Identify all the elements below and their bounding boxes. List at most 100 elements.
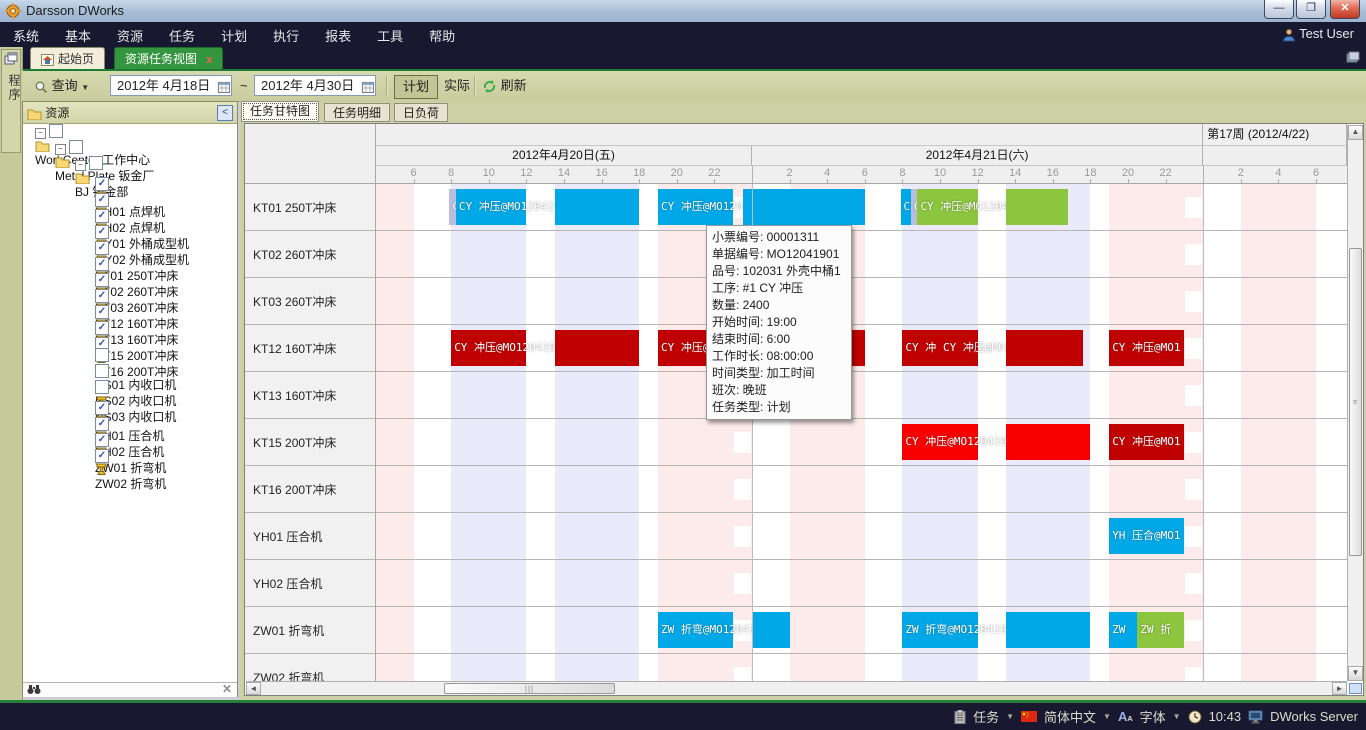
refresh-button[interactable]: 刷新: [482, 75, 527, 97]
menu-item[interactable]: 任务: [156, 22, 208, 49]
tree-item[interactable]: ✓KT01 250T冲床: [23, 236, 237, 252]
query-button[interactable]: 查询 ▼: [34, 75, 89, 97]
tree-expand-icon[interactable]: −: [75, 160, 86, 171]
tree-checkbox[interactable]: [95, 380, 109, 394]
tree-item[interactable]: ✓ZW01 折弯机: [23, 428, 237, 444]
scroll-left-icon[interactable]: ◄: [246, 682, 261, 695]
tree-item[interactable]: ✓KT13 160T冲床: [23, 300, 237, 316]
status-font-label[interactable]: 字体: [1140, 707, 1166, 726]
gantt-task-bar[interactable]: CY 冲压@MO12041904: [940, 330, 978, 366]
tree-item[interactable]: −WorkCenter 工作中心: [23, 124, 237, 140]
tree-item[interactable]: ✓KT03 260T冲床: [23, 268, 237, 284]
tree-checkbox[interactable]: ✓: [95, 449, 109, 463]
tree-item[interactable]: ✓GY01 外桶成型机: [23, 204, 237, 220]
gantt-task-bar[interactable]: [1006, 330, 1083, 366]
date-from-field[interactable]: 2012年 4月18日 ▼: [110, 75, 232, 96]
gantt-task-bar[interactable]: ZW: [1109, 612, 1137, 648]
gantt-task-bar[interactable]: ZW 折弯@MO12041901: [902, 612, 977, 648]
gantt-task-bar[interactable]: [743, 189, 865, 225]
scroll-down-icon[interactable]: ▼: [1348, 666, 1363, 681]
restore-button[interactable]: ❐: [1296, 0, 1326, 19]
fit-view-icon[interactable]: [1349, 683, 1362, 694]
tab-close-icon[interactable]: x: [206, 54, 212, 66]
tab-home-page[interactable]: 起始页: [30, 47, 105, 69]
tab-resource-task-view[interactable]: 资源任务视图 x: [114, 47, 223, 69]
tree-item[interactable]: ✓KT02 260T冲床: [23, 252, 237, 268]
gantt-task-bar[interactable]: CY 冲压@MO1: [1109, 424, 1184, 460]
tree-item[interactable]: ✓YH02 压合机: [23, 412, 237, 428]
gantt-task-bar[interactable]: CY 冲压@MO12041902: [917, 189, 977, 225]
clear-filter-close-icon[interactable]: ✕: [222, 682, 232, 696]
tasks-dropdown-icon[interactable]: ▼: [1006, 712, 1014, 721]
gantt-task-bar[interactable]: CY 冲压@MO12041901: [456, 189, 527, 225]
panel-collapse-button[interactable]: <: [217, 105, 233, 121]
gantt-task-bar[interactable]: CY 冲压@MO12041903: [902, 424, 977, 460]
tree-item[interactable]: NS02 内收口机: [23, 364, 237, 380]
tree-checkbox[interactable]: [49, 124, 63, 138]
program-panel-tab[interactable]: 程序: [1, 49, 21, 153]
tree-item[interactable]: ✓YH01 压合机: [23, 396, 237, 412]
scroll-up-icon[interactable]: ▲: [1348, 125, 1363, 140]
scroll-right-icon[interactable]: ►: [1332, 682, 1347, 695]
gantt-task-bar[interactable]: CY 冲压@MO12041904: [451, 330, 526, 366]
tree-item[interactable]: ✓KT12 160T冲床: [23, 284, 237, 300]
gantt-task-bar[interactable]: CY 冲: [902, 330, 940, 366]
menu-item[interactable]: 执行: [260, 22, 312, 49]
tree-expand-icon[interactable]: −: [55, 144, 66, 155]
menu-item[interactable]: 系统: [0, 22, 52, 49]
menu-item[interactable]: 资源: [104, 22, 156, 49]
gantt-task-bar[interactable]: [1006, 189, 1068, 225]
gantt-task-bar[interactable]: ZW 折弯@MO12041901: [658, 612, 733, 648]
tab-list-icon[interactable]: [1346, 51, 1360, 63]
tree-item[interactable]: ✓ZW02 折弯机: [23, 444, 237, 460]
tree-item[interactable]: ✓KT15 200T冲床: [23, 316, 237, 332]
tree-item[interactable]: ✓GY02 外桶成型机: [23, 220, 237, 236]
gantt-task-bar[interactable]: C: [901, 189, 911, 225]
tree-checkbox[interactable]: [95, 364, 109, 378]
calendar-icon[interactable]: [218, 81, 230, 93]
gantt-tab-task-detail[interactable]: 任务明细: [324, 103, 390, 122]
tree-item[interactable]: NS03 内收口机: [23, 380, 237, 396]
tree-item[interactable]: −BJ 钣金部: [23, 156, 237, 172]
menu-item[interactable]: 计划: [208, 22, 260, 49]
gantt-task-bar[interactable]: CY 冲压@MO1: [1109, 330, 1184, 366]
language-dropdown-icon[interactable]: ▼: [1103, 712, 1111, 721]
font-dropdown-icon[interactable]: ▼: [1173, 712, 1181, 721]
tree-checkbox[interactable]: [89, 156, 103, 170]
query-dropdown-icon[interactable]: ▼: [81, 83, 89, 92]
status-tasks-label[interactable]: 任务: [973, 707, 999, 726]
menu-item[interactable]: 基本: [52, 22, 104, 49]
gantt-task-bar[interactable]: CY 冲压@MO12041901: [658, 189, 733, 225]
close-button[interactable]: ✕: [1330, 0, 1360, 19]
calendar-icon[interactable]: [362, 81, 374, 93]
gantt-task-bar[interactable]: [555, 330, 640, 366]
gantt-task-bar[interactable]: C: [911, 189, 918, 225]
status-language-label[interactable]: 简体中文: [1044, 707, 1096, 726]
plan-toggle-button[interactable]: 计划: [394, 75, 438, 99]
menu-item[interactable]: 工具: [364, 22, 416, 49]
gantt-task-bar[interactable]: [752, 612, 790, 648]
tree-item[interactable]: −Metal Plate 钣金厂: [23, 140, 237, 156]
tree-item[interactable]: ✓KT16 200T冲床: [23, 332, 237, 348]
menu-item[interactable]: 帮助: [416, 22, 468, 49]
binoculars-search-icon[interactable]: [27, 684, 41, 695]
gantt-task-bar[interactable]: ZW 折: [1137, 612, 1184, 648]
vertical-scrollbar[interactable]: ▲ ▼ ≡: [1347, 125, 1363, 681]
minimize-button[interactable]: —: [1264, 0, 1294, 19]
horizontal-scroll-thumb[interactable]: |||: [444, 683, 615, 694]
tree-expand-icon[interactable]: −: [35, 128, 46, 139]
date-to-field[interactable]: 2012年 4月30日 ▼: [254, 75, 376, 96]
gantt-task-bar[interactable]: [555, 189, 640, 225]
menu-item[interactable]: 报表: [312, 22, 364, 49]
gantt-tab-gantt-chart[interactable]: 任务甘特图: [241, 101, 319, 122]
gantt-task-bar[interactable]: YH 压合@MO1: [1109, 518, 1184, 554]
tree-item[interactable]: ✓DH01 点焊机: [23, 172, 237, 188]
gantt-tab-daily-load[interactable]: 日负荷: [394, 103, 448, 122]
actual-toggle-button[interactable]: 实际: [436, 75, 478, 97]
tree-item[interactable]: NS01 内收口机: [23, 348, 237, 364]
tree-checkbox[interactable]: [95, 348, 109, 362]
horizontal-scrollbar[interactable]: ◄ ► |||: [246, 681, 1347, 695]
gantt-task-bar[interactable]: [1006, 424, 1091, 460]
tree-item[interactable]: ✓DH02 点焊机: [23, 188, 237, 204]
gantt-task-bar[interactable]: C: [449, 189, 456, 225]
